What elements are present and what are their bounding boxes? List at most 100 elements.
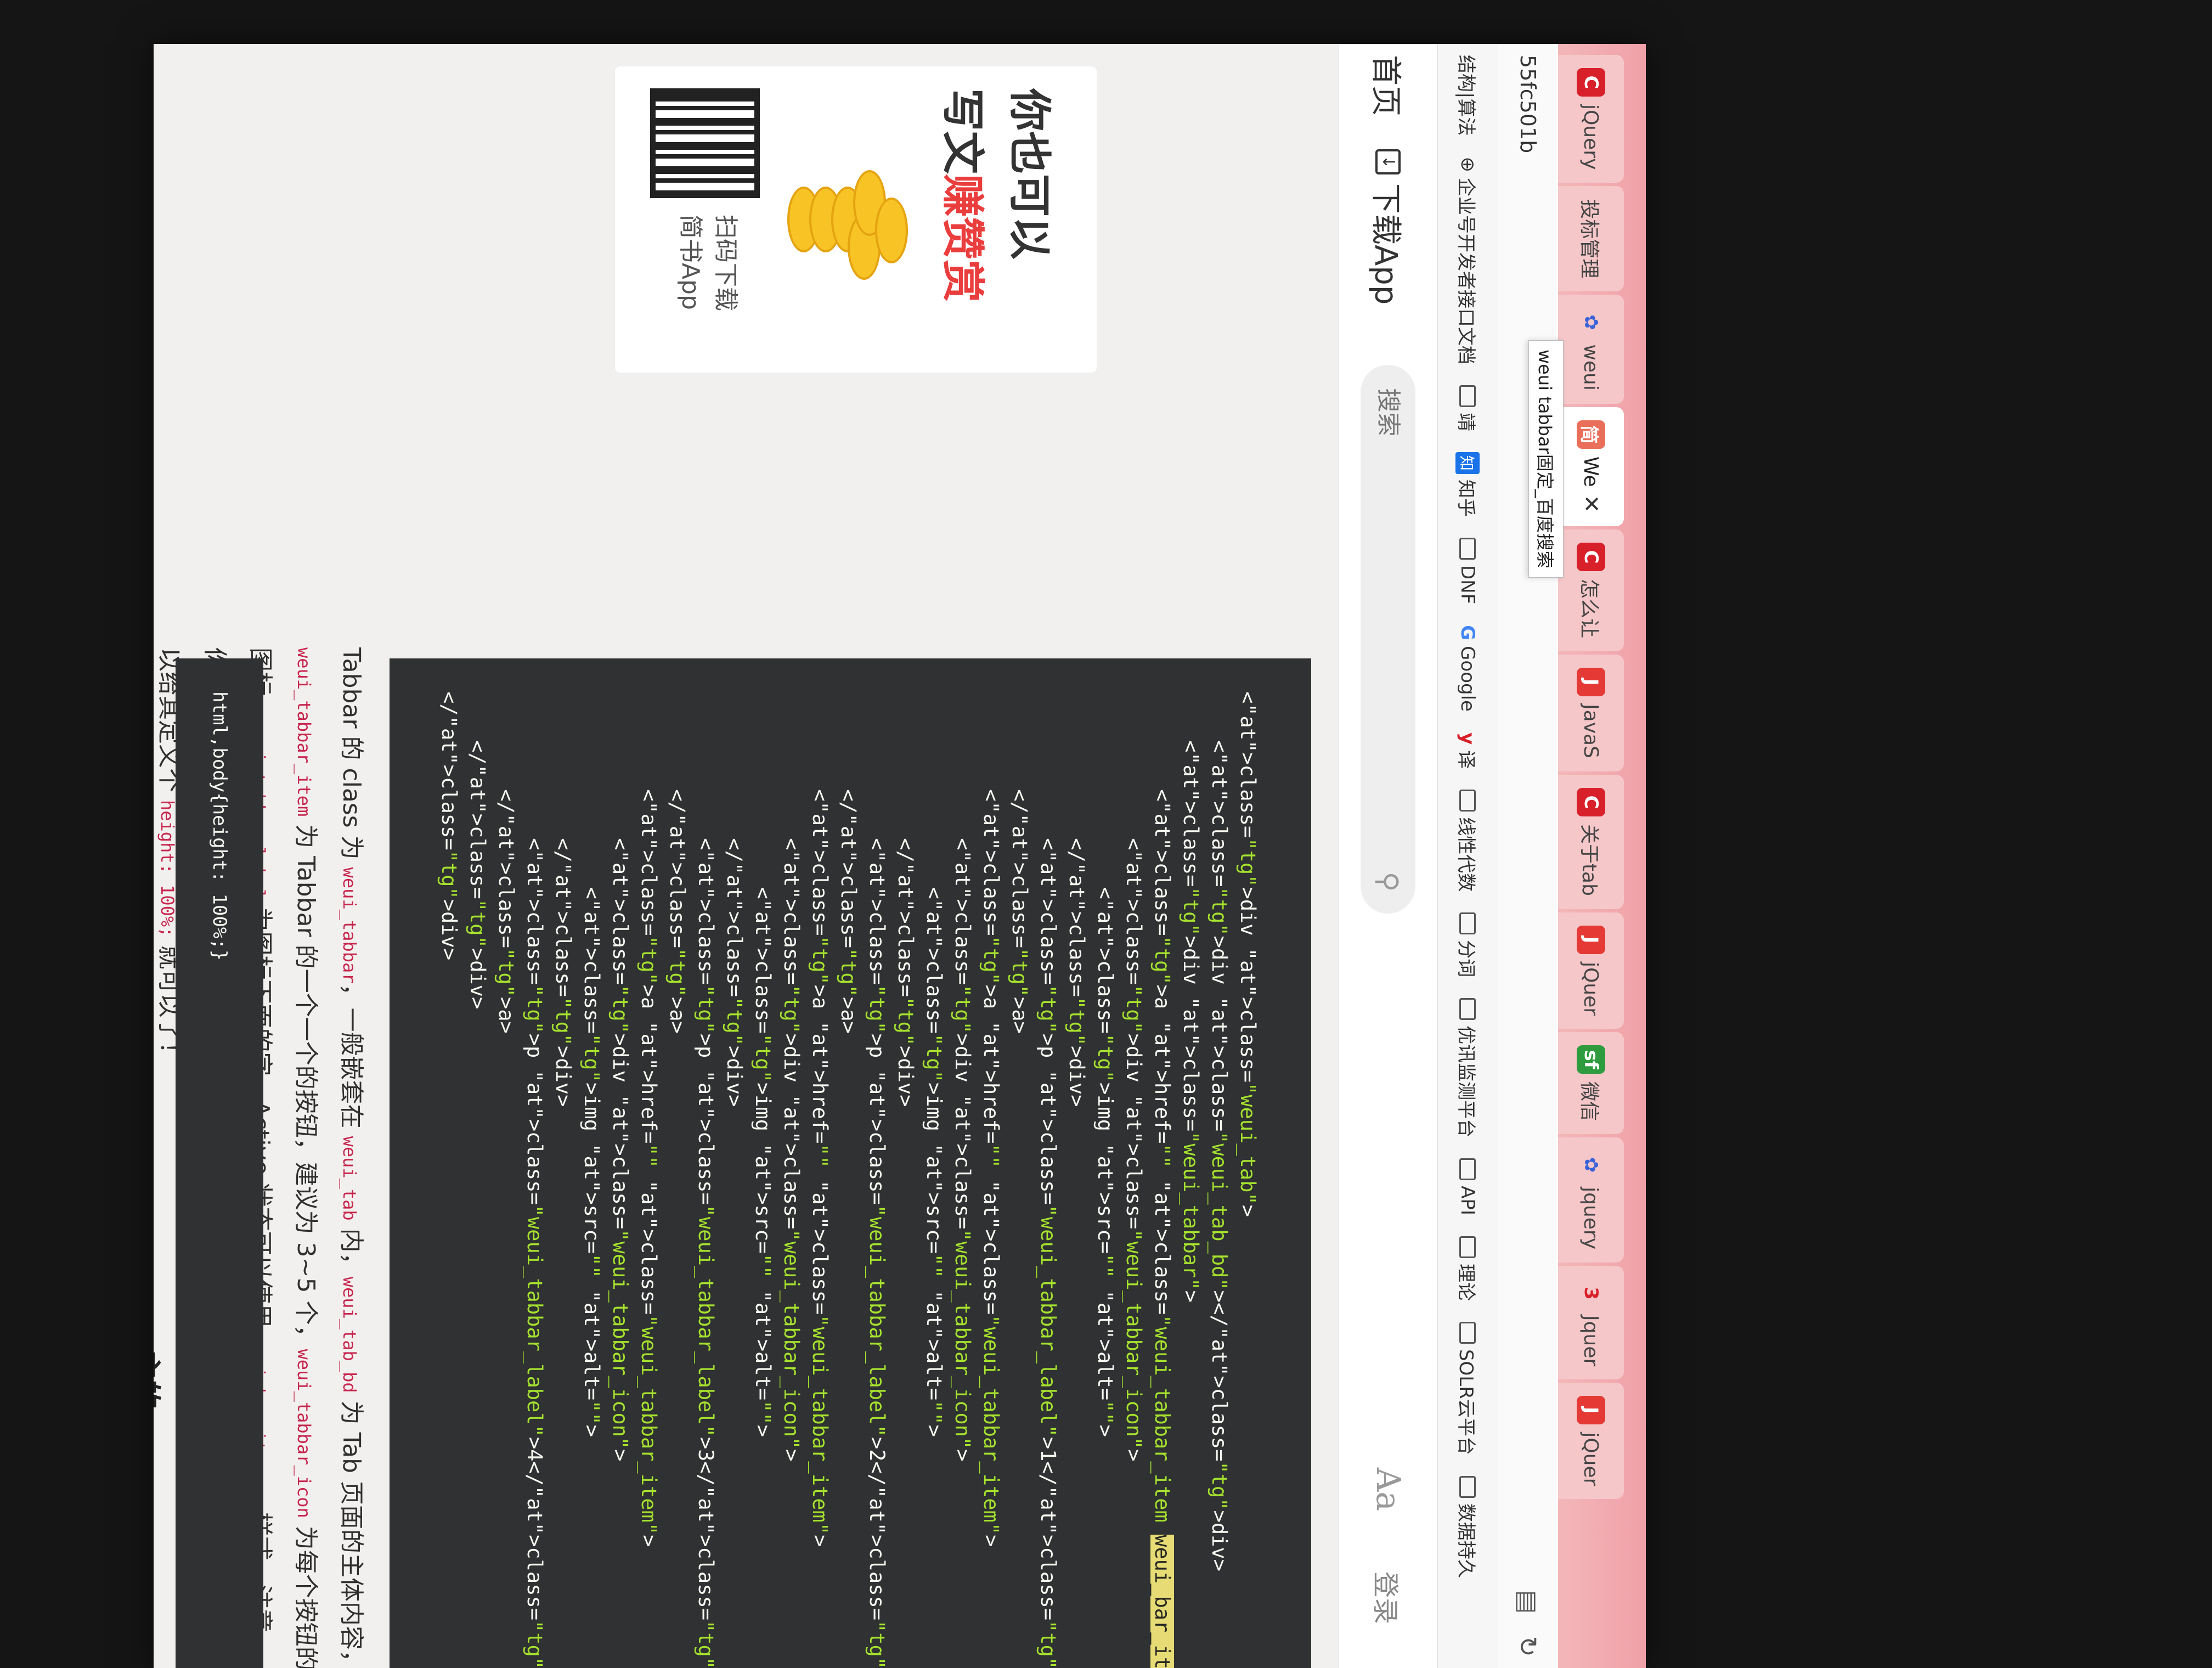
browser-tab[interactable]: ✿ weui (1558, 295, 1624, 404)
refresh-icon[interactable]: ↻ (1513, 1636, 1543, 1657)
bookmark-item[interactable]: DNF (1457, 537, 1479, 605)
bookmark-item[interactable]: 知知乎 (1454, 452, 1481, 517)
promo-headline-1: 你也可以 (1005, 88, 1054, 260)
reading-list-icon[interactable]: ▤ (1513, 1590, 1543, 1614)
code-line: </"at">class="tg">a> (494, 691, 518, 1034)
browser-tab[interactable]: JjQuer (1558, 912, 1624, 1029)
browser-tab[interactable]: 投标管理 (1558, 186, 1624, 292)
promo-cta-line-1: 扫码下载 (712, 215, 740, 311)
promo-cta: 扫码下载 简书App (673, 215, 743, 311)
zhihu-icon: 知 (1455, 452, 1480, 474)
code-line: <"at">class="tg">div "at">class="weui_ta… (780, 691, 803, 1462)
search-icon[interactable]: ⚲ (1373, 872, 1404, 892)
bookmark-item[interactable]: 靖 (1454, 385, 1481, 431)
folder-icon (1459, 1158, 1476, 1181)
browser-tab[interactable]: 3 Jquer (1558, 1266, 1624, 1380)
promo-headline-prefix: 写文 (938, 88, 988, 174)
tab-label: jQuer (1579, 961, 1602, 1016)
google-icon: G (1457, 625, 1479, 641)
bookmark-item[interactable]: 结构|算法 (1454, 55, 1481, 136)
tab-favicon-icon: 3 (1580, 1287, 1602, 1300)
qr-code (650, 88, 760, 198)
font-size-toggle[interactable]: Aa (1369, 1468, 1408, 1511)
code-line: <"at">class="tg">img "at">src="" "at">al… (580, 691, 603, 1437)
bookmark-item[interactable]: 数据持久 (1454, 1475, 1481, 1578)
close-icon[interactable]: ✕ (1578, 495, 1604, 514)
nav-download-label: 下载App (1368, 183, 1403, 305)
bookmark-label: 靖 (1455, 412, 1477, 431)
bookmark-item[interactable]: 线性代数 (1454, 790, 1481, 892)
browser-tab[interactable]: 简 We ✕ (1558, 407, 1624, 527)
code-line: <"at">class="tg">a "at">href="" "at">cla… (637, 691, 661, 1547)
promo-cta-line-2: 简书App (676, 215, 704, 310)
code-line: <"at">class="tg">img "at">src="" "at">al… (751, 691, 775, 1437)
code-line: </"at">class="tg">a> (665, 691, 689, 1034)
folder-icon (1459, 912, 1476, 935)
folder-icon (1459, 1475, 1476, 1498)
tab-favicon-icon: C (1577, 543, 1605, 572)
bookmark-label: 译 (1455, 750, 1477, 769)
folder-icon (1459, 1236, 1476, 1258)
site-header: 首页 ↓ 下载App ⚲ Aa 登录 (1339, 44, 1437, 1668)
url-text[interactable]: 55fc501b (1516, 55, 1540, 1568)
code-line: <"at">class="tg">p "at">class="weui_tabb… (694, 691, 718, 1668)
tab-favicon-icon: ✿ (1580, 1157, 1602, 1173)
app-promo-card[interactable]: 你也可以 写文赚赞赏 扫码下载 简书App (614, 66, 1097, 373)
paragraph-text: 内， (337, 1220, 365, 1277)
bookmark-item[interactable]: 优讯监测平台 (1454, 998, 1481, 1137)
globe-icon: ⊕ (1457, 156, 1479, 172)
bookmark-label: DNF (1457, 565, 1479, 605)
code-line: <"at">class="tg">div "at">class="weui_ta… (1236, 691, 1260, 1217)
bookmarks-bar: 结构|算法 ⊕ 企业号开发者接口文档靖知知乎 DNF G Google y 译线性代数分词优讯… (1437, 44, 1498, 1668)
bookmark-label: 线性代数 (1455, 817, 1477, 892)
inline-code: weui_tab (339, 1136, 360, 1221)
tab-favicon-icon: sf (1577, 1045, 1605, 1074)
bookmark-label: 分词 (1455, 940, 1477, 978)
download-icon: ↓ (1375, 149, 1401, 174)
inline-code: weui_tab_bd (339, 1276, 360, 1393)
code-line: </"at">class="tg">div> (437, 691, 461, 961)
nav-home-link[interactable]: 首页 (1366, 55, 1410, 116)
tab-favicon-icon: J (1577, 668, 1605, 697)
tab-tooltip: weui tabbar固定_百度搜索 (1528, 340, 1564, 578)
login-link[interactable]: 登录 (1369, 1571, 1408, 1624)
bookmark-item[interactable]: G Google (1457, 625, 1479, 712)
tab-label: jQuer (1579, 1432, 1602, 1486)
tab-label: Jquer (1579, 1315, 1602, 1367)
paragraph-text: 为 Tab 页面的主体内容， (337, 1393, 365, 1668)
browser-tab[interactable]: sf 微信 (1558, 1032, 1624, 1135)
browser-tab[interactable]: C 怎么让 (1558, 529, 1624, 652)
bookmark-item[interactable]: SOLR云平台 (1454, 1321, 1481, 1455)
tab-favicon-icon: 简 (1577, 420, 1605, 449)
bookmark-item[interactable]: ⊕ 企业号开发者接口文档 (1454, 156, 1481, 364)
browser-tab[interactable]: ✿ jquery (1558, 1137, 1624, 1263)
bookmark-item[interactable]: 分词 (1454, 912, 1481, 977)
bookmark-label: API (1457, 1186, 1479, 1215)
inline-code: weui_tabbar_item (294, 647, 314, 817)
section-heading: 主的 (154, 1350, 163, 1409)
code-line: <"at">class="tg">img "at">src="" "at">al… (1093, 691, 1117, 1437)
tab-label: jQuery (1579, 104, 1602, 170)
browser-tab[interactable]: C 关于tab (1558, 774, 1624, 909)
tab-favicon-icon: J (1577, 925, 1605, 954)
bookmark-label: 理论 (1455, 1263, 1477, 1301)
browser-tab[interactable]: J JavaS (1558, 655, 1624, 771)
code-line: </"at">class="tg">a> (1008, 691, 1031, 1034)
bookmark-item[interactable]: y译 (1454, 732, 1481, 769)
browser-tab[interactable]: JjQuer (1558, 1383, 1624, 1500)
folder-icon (1459, 385, 1476, 407)
folder-icon (1459, 1321, 1476, 1344)
nav-download-app-link[interactable]: ↓ 下载App (1366, 149, 1410, 305)
browser-tab[interactable]: CjQuery (1558, 55, 1624, 183)
address-bar[interactable]: 55fc501b ▤ ↻ (1498, 44, 1558, 1668)
bookmark-item[interactable]: 理论 (1454, 1236, 1481, 1301)
translate-icon: y (1457, 732, 1479, 745)
code-line: <"at">class="tg">div "at">class="weui_ta… (951, 691, 974, 1462)
search-input[interactable] (1374, 387, 1403, 774)
bookmark-item[interactable]: API (1457, 1158, 1479, 1215)
code-line: <"at">class="tg">div "at">class="weui_ta… (1179, 691, 1203, 1303)
search-box[interactable]: ⚲ (1361, 365, 1416, 914)
tab-label: weui (1579, 344, 1602, 391)
paragraph-text: Tabbar 的 class 为 (337, 647, 365, 867)
tab-label: JavaS (1579, 704, 1602, 758)
